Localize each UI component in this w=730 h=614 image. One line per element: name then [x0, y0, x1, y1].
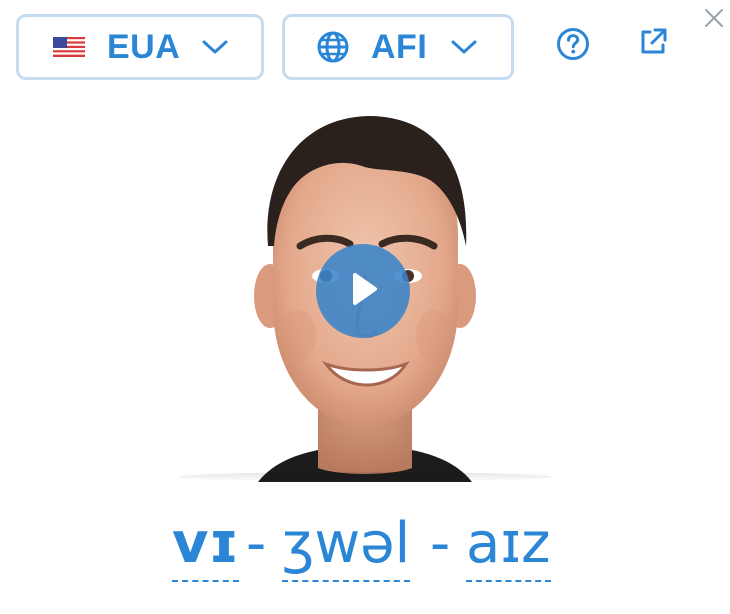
- globe-icon: [316, 30, 350, 64]
- us-flag-icon: [53, 37, 85, 57]
- pronunciation-transcription: vɪ - ʒwəl - aɪz: [0, 510, 730, 590]
- close-icon: [703, 7, 725, 34]
- help-icon: [556, 27, 590, 66]
- syllable-button[interactable]: aɪz: [466, 510, 551, 582]
- open-external-icon: [637, 26, 669, 63]
- syllable-separator: -: [246, 511, 267, 576]
- notation-label: AFI: [371, 28, 428, 66]
- notation-dropdown[interactable]: AFI: [282, 14, 514, 80]
- chevron-down-icon: [450, 39, 478, 55]
- video-shadow: [178, 472, 552, 482]
- accent-dropdown[interactable]: EUA: [16, 14, 264, 80]
- close-button[interactable]: [700, 6, 728, 34]
- syllable-button[interactable]: vɪ: [172, 510, 240, 582]
- open-external-button[interactable]: [635, 26, 671, 62]
- accent-label: EUA: [107, 28, 181, 66]
- syllable-button[interactable]: ʒwəl: [282, 510, 411, 582]
- help-button[interactable]: [555, 27, 591, 66]
- play-icon: [346, 270, 380, 313]
- chevron-down-icon: [201, 39, 229, 55]
- play-button[interactable]: [316, 244, 410, 338]
- syllable-separator: -: [430, 511, 451, 576]
